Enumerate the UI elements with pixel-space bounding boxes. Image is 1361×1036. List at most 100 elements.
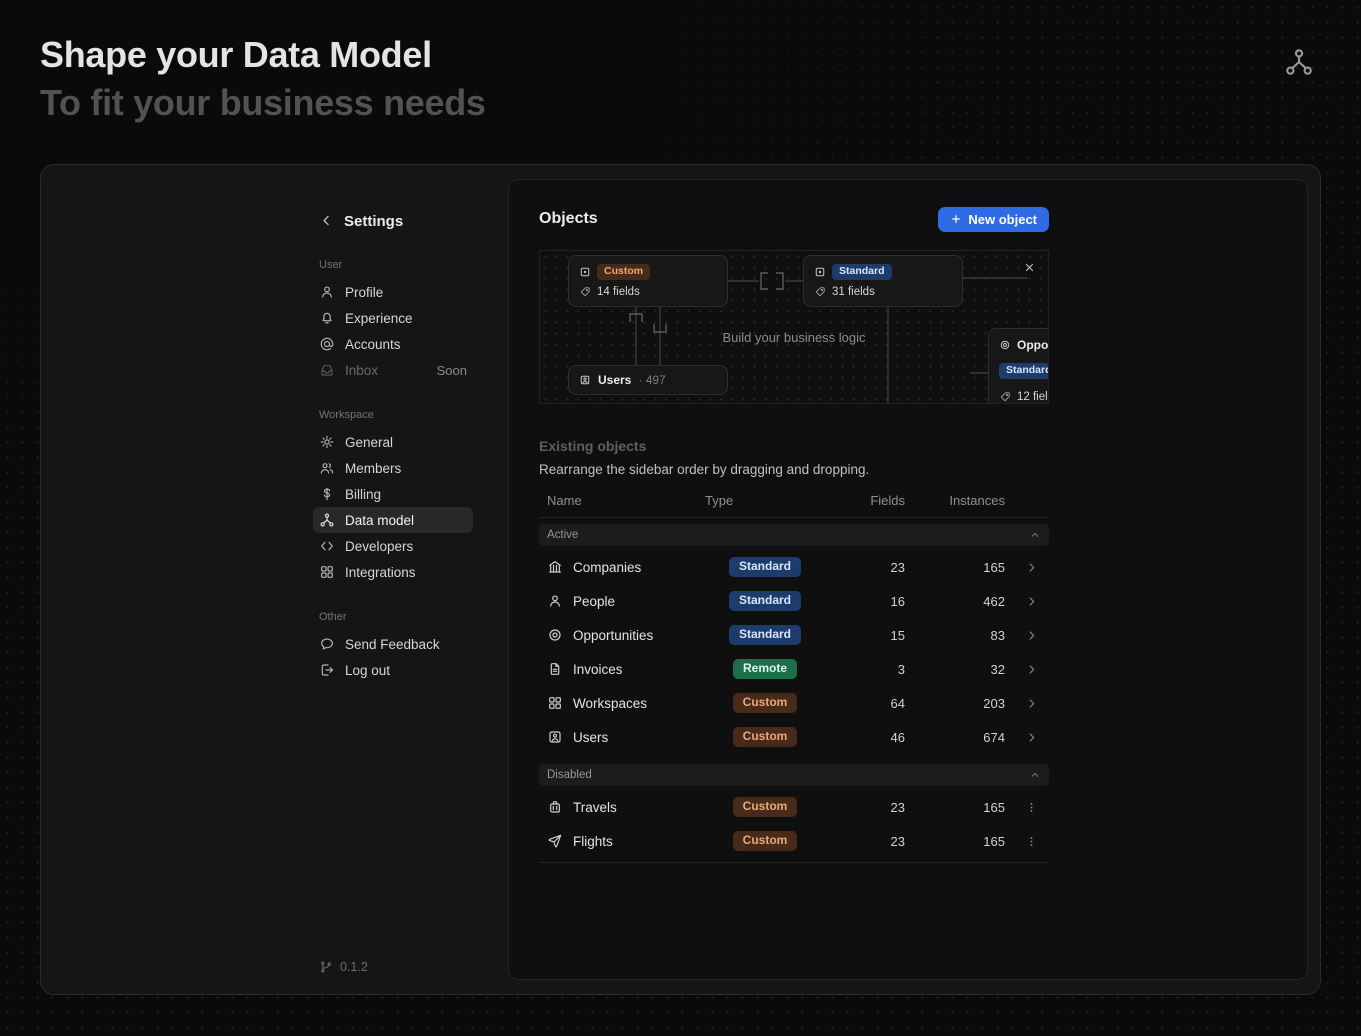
- sidebar-item-label: Members: [345, 461, 401, 476]
- object-canvas: Custom 14 fields Standard: [539, 250, 1049, 404]
- chevron-right-icon: [1025, 663, 1038, 676]
- sidebar-item-accounts[interactable]: Accounts: [313, 331, 473, 357]
- node-label: Opportunities: [1017, 338, 1049, 352]
- gear-icon: [319, 434, 335, 450]
- soon-badge: Soon: [437, 363, 467, 378]
- row-open-button[interactable]: [1021, 727, 1041, 747]
- sidebar-item-label: Log out: [345, 663, 390, 678]
- existing-objects-title: Existing objects: [539, 438, 1049, 454]
- group-header-disabled[interactable]: Disabled: [539, 764, 1049, 786]
- sidebar-item-label: Developers: [345, 539, 413, 554]
- canvas-node-opportunities[interactable]: Opportunities Standard 12 fields: [988, 328, 1049, 404]
- new-object-label: New object: [968, 212, 1037, 227]
- row-open-button[interactable]: [1021, 693, 1041, 713]
- type-badge: Remote: [733, 659, 797, 678]
- sidebar-item-send-feedback[interactable]: Send Feedback: [313, 631, 473, 657]
- fields-count: 31 fields: [832, 286, 875, 298]
- column-fields: Fields: [825, 493, 905, 508]
- object-cube-icon: [579, 266, 591, 278]
- chevron-left-icon: [319, 213, 334, 228]
- fields-count: 23: [825, 834, 905, 849]
- row-open-button[interactable]: [1021, 659, 1041, 679]
- group-label: Active: [547, 529, 578, 541]
- instances-count: 462: [905, 594, 1005, 609]
- canvas-node-standard[interactable]: Standard 31 fields: [803, 255, 963, 307]
- kebab-menu-icon: [1025, 835, 1038, 848]
- fields-count: 23: [825, 560, 905, 575]
- user-icon: [547, 593, 563, 609]
- new-object-button[interactable]: New object: [938, 207, 1049, 232]
- type-badge: Custom: [733, 727, 798, 746]
- suitcase-icon: [547, 799, 563, 815]
- table-row-companies[interactable]: Companies Standard 23 165: [539, 550, 1049, 584]
- chevron-right-icon: [1025, 697, 1038, 710]
- sidebar-item-label: General: [345, 435, 393, 450]
- settings-header: Settings: [313, 209, 473, 233]
- table-row-opportunities[interactable]: Opportunities Standard 15 83: [539, 618, 1049, 652]
- table-row-people[interactable]: People Standard 16 462: [539, 584, 1049, 618]
- sidebar-item-members[interactable]: Members: [313, 455, 473, 481]
- type-badge: Standard: [999, 363, 1049, 380]
- row-menu-button[interactable]: [1021, 797, 1041, 817]
- type-badge: Custom: [733, 797, 798, 816]
- table-row-flights[interactable]: Flights Custom 23 165: [539, 824, 1049, 858]
- back-button[interactable]: [319, 213, 335, 229]
- table-row-workspaces[interactable]: Workspaces Custom 64 203: [539, 686, 1049, 720]
- sidebar-item-label: Send Feedback: [345, 637, 440, 652]
- close-icon[interactable]: [1023, 261, 1036, 274]
- objects-table: Name Type Fields Instances Active Compan…: [539, 493, 1049, 863]
- panel-title: Objects: [539, 210, 598, 228]
- object-name: Workspaces: [573, 696, 647, 711]
- table-row-invoices[interactable]: Invoices Remote 3 32: [539, 652, 1049, 686]
- row-open-button[interactable]: [1021, 557, 1041, 577]
- sidebar-item-experience[interactable]: Experience: [313, 305, 473, 331]
- chevron-up-icon: [1029, 529, 1041, 541]
- sidebar-item-developers[interactable]: Developers: [313, 533, 473, 559]
- data-model-logo-icon: [1283, 46, 1315, 78]
- plane-icon: [547, 833, 563, 849]
- sidebar-item-label: Accounts: [345, 337, 401, 352]
- version-number: 0.1.2: [340, 960, 368, 974]
- object-name: Flights: [573, 834, 613, 849]
- group-header-active[interactable]: Active: [539, 524, 1049, 546]
- chevron-right-icon: [1025, 629, 1038, 642]
- sidebar-item-general[interactable]: General: [313, 429, 473, 455]
- row-open-button[interactable]: [1021, 591, 1041, 611]
- instances-count: 674: [905, 730, 1005, 745]
- row-open-button[interactable]: [1021, 625, 1041, 645]
- instances-count: 83: [905, 628, 1005, 643]
- nav-section-label-user: User: [319, 259, 467, 271]
- chat-icon: [319, 636, 335, 652]
- sidebar-item-data-model[interactable]: Data model: [313, 507, 473, 533]
- sidebar-item-label: Inbox: [345, 363, 378, 378]
- target-icon: [999, 339, 1011, 351]
- table-row-users[interactable]: Users Custom 46 674: [539, 720, 1049, 754]
- node-label: Users: [598, 373, 631, 387]
- page: Shape your Data Model To fit your busine…: [0, 0, 1361, 1036]
- sidebar-item-inbox: Inbox Soon: [313, 357, 473, 383]
- sidebar-item-log-out[interactable]: Log out: [313, 657, 473, 683]
- sidebar-item-billing[interactable]: Billing: [313, 481, 473, 507]
- chevron-right-icon: [1025, 731, 1038, 744]
- row-menu-button[interactable]: [1021, 831, 1041, 851]
- instances-count: 203: [905, 696, 1005, 711]
- tag-icon: [999, 391, 1011, 403]
- at-sign-icon: [319, 336, 335, 352]
- type-badge: Custom: [733, 831, 798, 850]
- sidebar-item-profile[interactable]: Profile: [313, 279, 473, 305]
- user-icon: [319, 284, 335, 300]
- target-icon: [547, 627, 563, 643]
- canvas-node-custom[interactable]: Custom 14 fields: [568, 255, 728, 307]
- kebab-menu-icon: [1025, 801, 1038, 814]
- tag-icon: [814, 286, 826, 298]
- grid-icon: [319, 564, 335, 580]
- sidebar-item-label: Profile: [345, 285, 383, 300]
- sidebar-item-integrations[interactable]: Integrations: [313, 559, 473, 585]
- canvas-node-users[interactable]: Users · 497: [568, 365, 728, 395]
- table-header: Name Type Fields Instances: [539, 493, 1049, 518]
- instances-count: 32: [905, 662, 1005, 677]
- chevron-right-icon: [1025, 561, 1038, 574]
- git-branch-icon: [319, 960, 333, 974]
- table-row-travels[interactable]: Travels Custom 23 165: [539, 790, 1049, 824]
- canvas-hint: Build your business logic: [540, 330, 1048, 345]
